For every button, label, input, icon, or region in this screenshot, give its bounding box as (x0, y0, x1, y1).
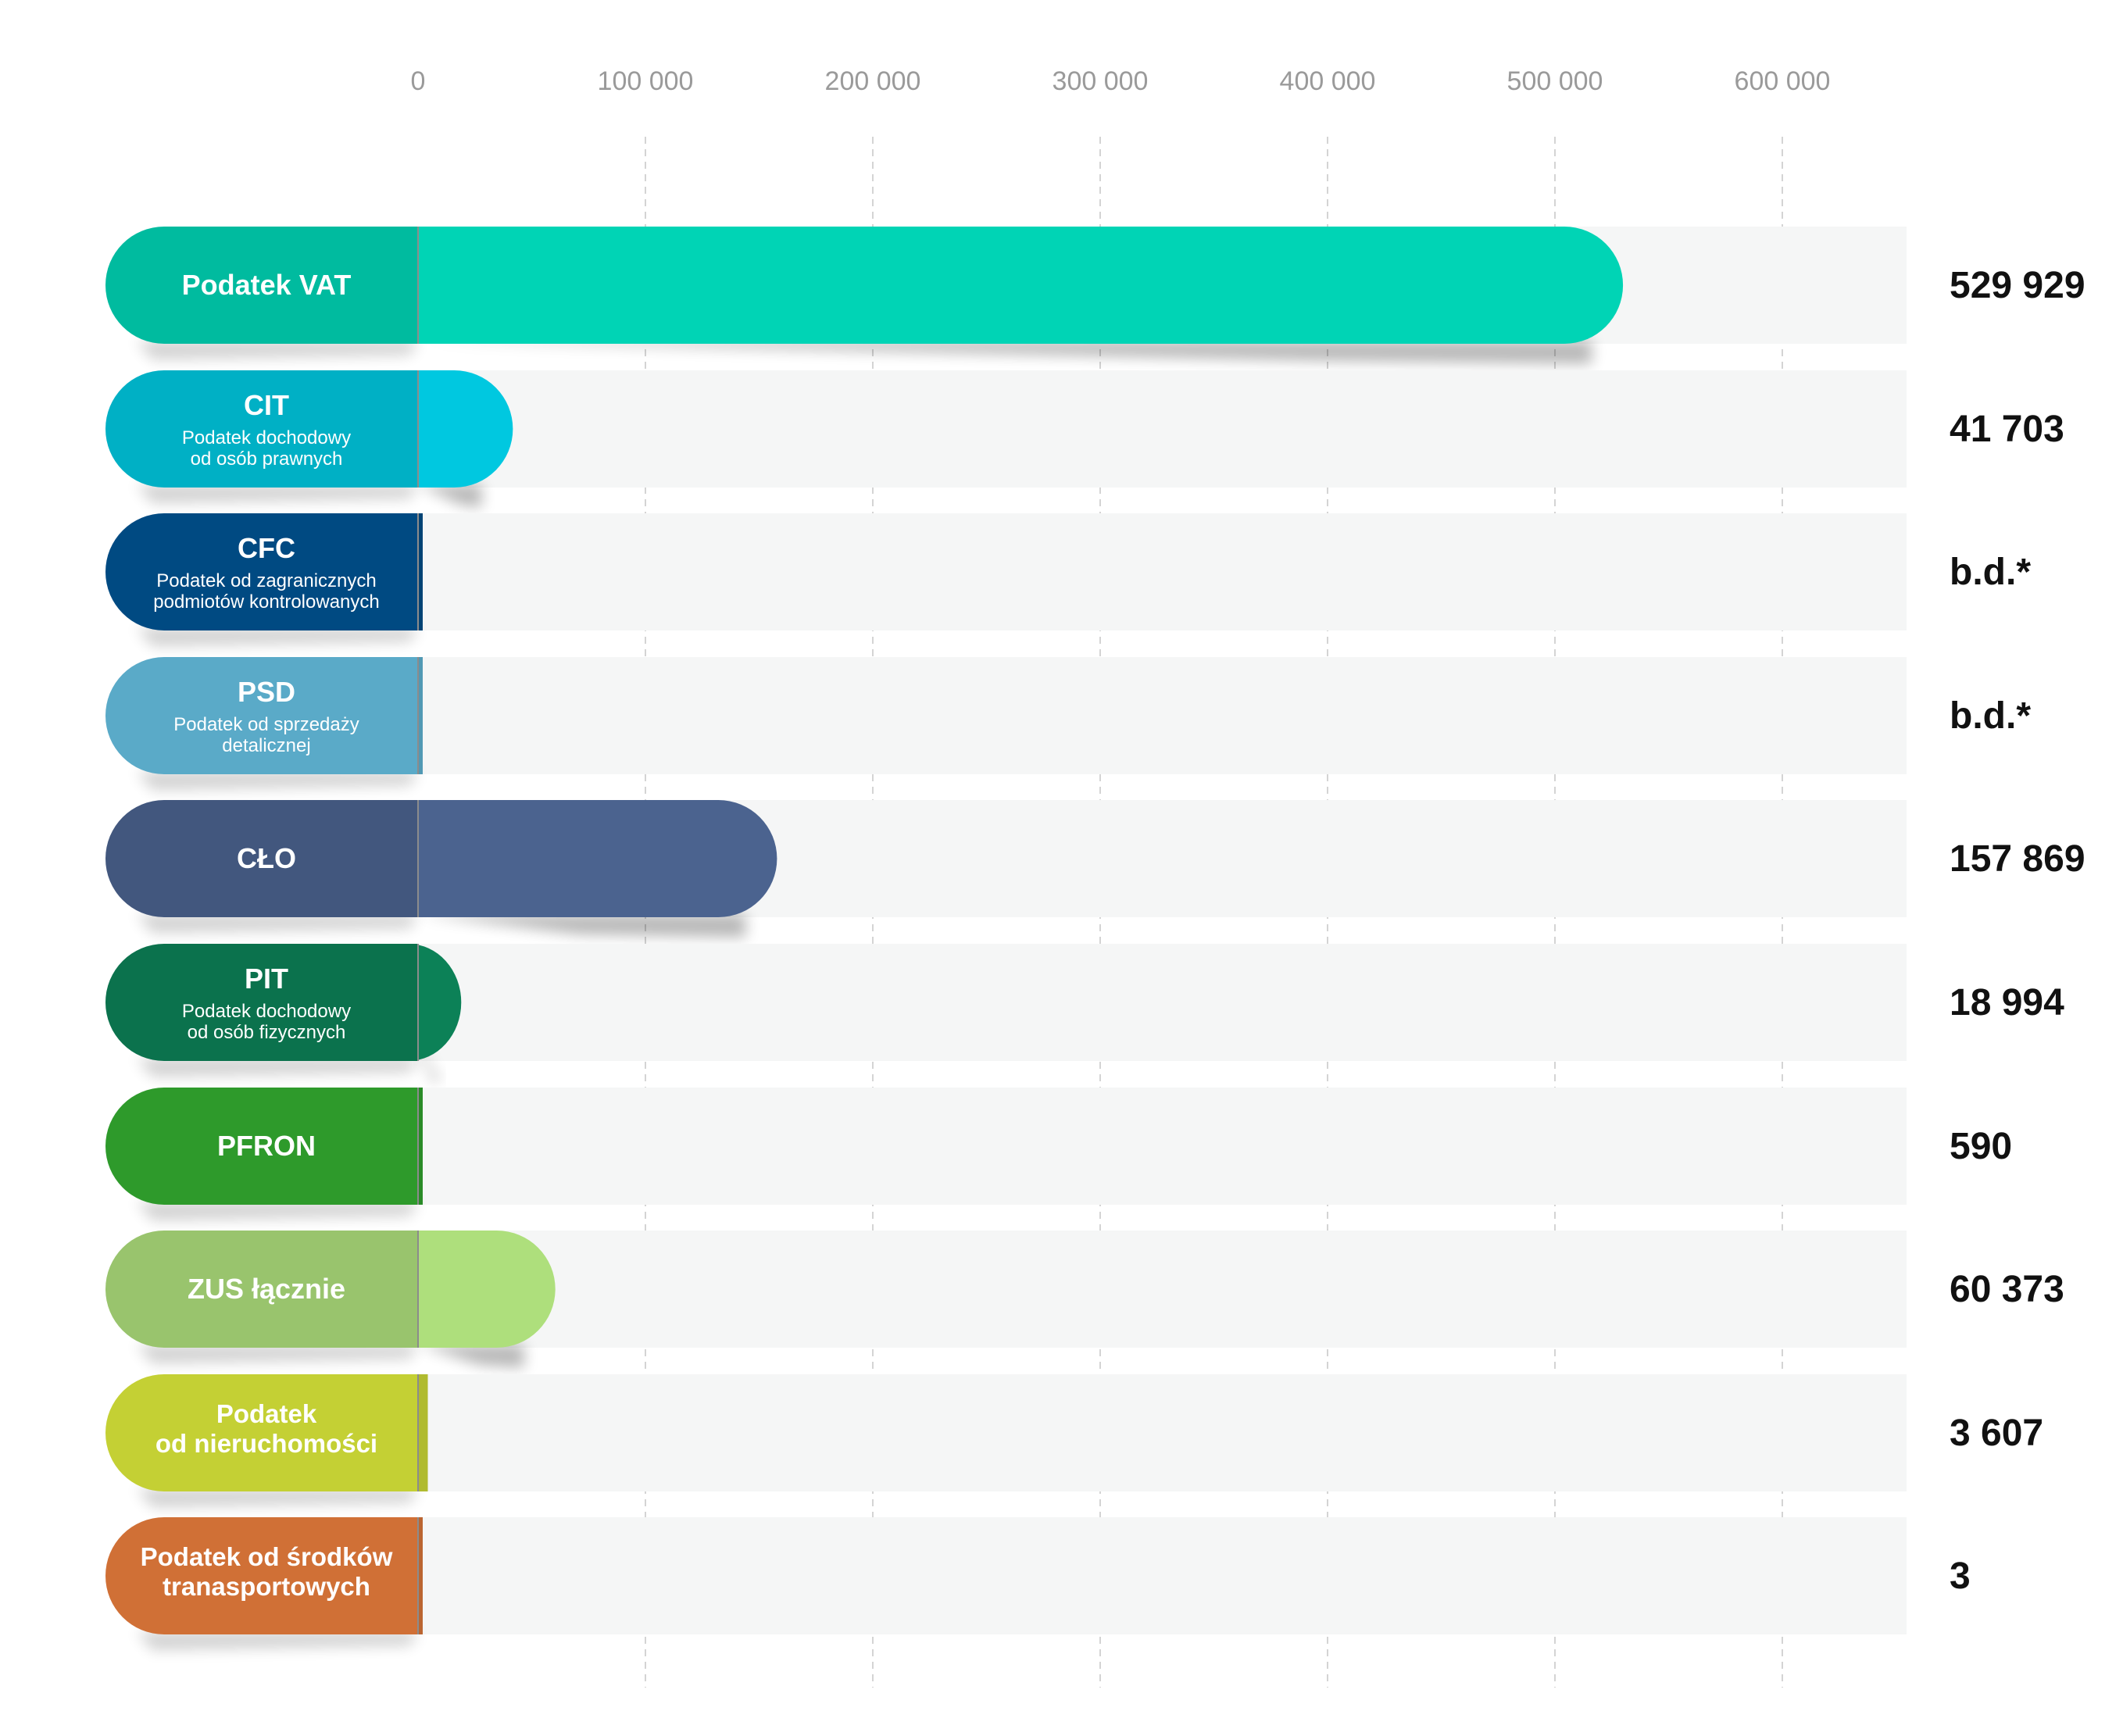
chart: 0 100 000 200 000 300 000 400 000 500 000 600 … (0, 0, 2123, 1736)
bar-row: Podatek VAT 529 929 (105, 227, 2085, 364)
category-sublabel: od osób prawnych (191, 448, 343, 470)
bar-track (402, 1374, 1907, 1491)
bar (356, 227, 1624, 344)
bar-row: ZUS łącznie 60 373 (105, 1231, 2064, 1368)
bar-row: PFRON 590 (105, 1088, 2012, 1220)
bar-row: PSD Podatek od sprzedażydetalicznej b.d.* (105, 657, 2031, 790)
value-label: 3 (1950, 1556, 1971, 1597)
value-label: 157 869 (1950, 838, 2085, 880)
value-label: b.d.* (1950, 552, 2031, 593)
x-tick-label: 500 000 (1507, 66, 1603, 96)
x-axis: 0 100 000 200 000 300 000 400 000 500 000 600 … (411, 66, 1831, 96)
x-tick-label: 200 000 (825, 66, 921, 96)
bar-track (402, 657, 1907, 774)
x-tick-label: 100 000 (598, 66, 694, 96)
bar-row: CFC Podatek od zagranicznychpodmiotów kon… (105, 513, 2031, 646)
value-label: 18 994 (1950, 982, 2064, 1023)
value-label: 41 703 (1950, 409, 2064, 450)
bar-track (402, 1517, 1907, 1634)
category-sublabel: Podatek od sprzedaży (173, 714, 359, 735)
bar-shadow (418, 1345, 524, 1368)
bar-chart-svg: 0 100 000 200 000 300 000 400 000 500 000 600 … (105, 66, 2085, 1688)
category-sublabel: Podatek dochodowy (182, 427, 351, 448)
category-label: CŁO (237, 842, 296, 874)
bar-row: Podatekod nieruchomości 3 607 (105, 1374, 2043, 1507)
value-label: 60 373 (1950, 1269, 2064, 1310)
value-label: 529 929 (1950, 265, 2085, 306)
category-label: tranasportowych (163, 1572, 370, 1601)
category-label: PSD (238, 676, 295, 708)
bar-row: Podatek od środkówtranasportowych 3 (105, 1517, 1971, 1650)
bar-shadow (418, 341, 1592, 364)
bar-row: CIT Podatek dochodowyod osób prawnych 41 7… (105, 370, 2064, 508)
category-label: ZUS łącznie (188, 1273, 345, 1305)
category-sublabel: podmiotów kontrolowanych (153, 591, 380, 613)
value-label: b.d.* (1950, 695, 2031, 737)
category-label: Podatek VAT (182, 269, 352, 301)
x-tick-label: 300 000 (1053, 66, 1149, 96)
bar-track (402, 1088, 1907, 1205)
category-label: CIT (244, 389, 289, 421)
bar-row: PIT Podatek dochodowyod osób fizycznych 18… (105, 944, 2064, 1081)
bar-shadow (418, 484, 482, 508)
x-tick-label: 600 000 (1735, 66, 1831, 96)
bar-track (402, 1231, 1907, 1348)
x-tick-label: 400 000 (1280, 66, 1376, 96)
category-label: PIT (245, 963, 288, 995)
bar-track (402, 944, 1907, 1061)
bar-rows: Podatek VAT 529 929CITPodatek dochodowyod… (105, 227, 2085, 1650)
category-sublabel: detalicznej (222, 735, 310, 756)
x-tick-label: 0 (411, 66, 426, 96)
category-label: od nieruchomości (155, 1429, 377, 1458)
category-label: Podatek od środków (141, 1542, 393, 1571)
category-label: Podatek (216, 1399, 317, 1428)
bar-shadow (418, 914, 746, 938)
bar-row: CŁO 157 869 (105, 800, 2085, 938)
bar-shadow (418, 1058, 441, 1081)
value-label: 3 607 (1950, 1413, 2043, 1454)
category-sublabel: od osób fizycznych (188, 1022, 346, 1043)
bar-track (402, 513, 1907, 630)
value-label: 590 (1950, 1126, 2012, 1167)
bar-track (402, 370, 1907, 488)
category-label: PFRON (217, 1130, 316, 1162)
category-sublabel: Podatek dochodowy (182, 1001, 351, 1022)
category-sublabel: Podatek od zagranicznych (156, 570, 377, 591)
category-label: CFC (238, 532, 295, 564)
